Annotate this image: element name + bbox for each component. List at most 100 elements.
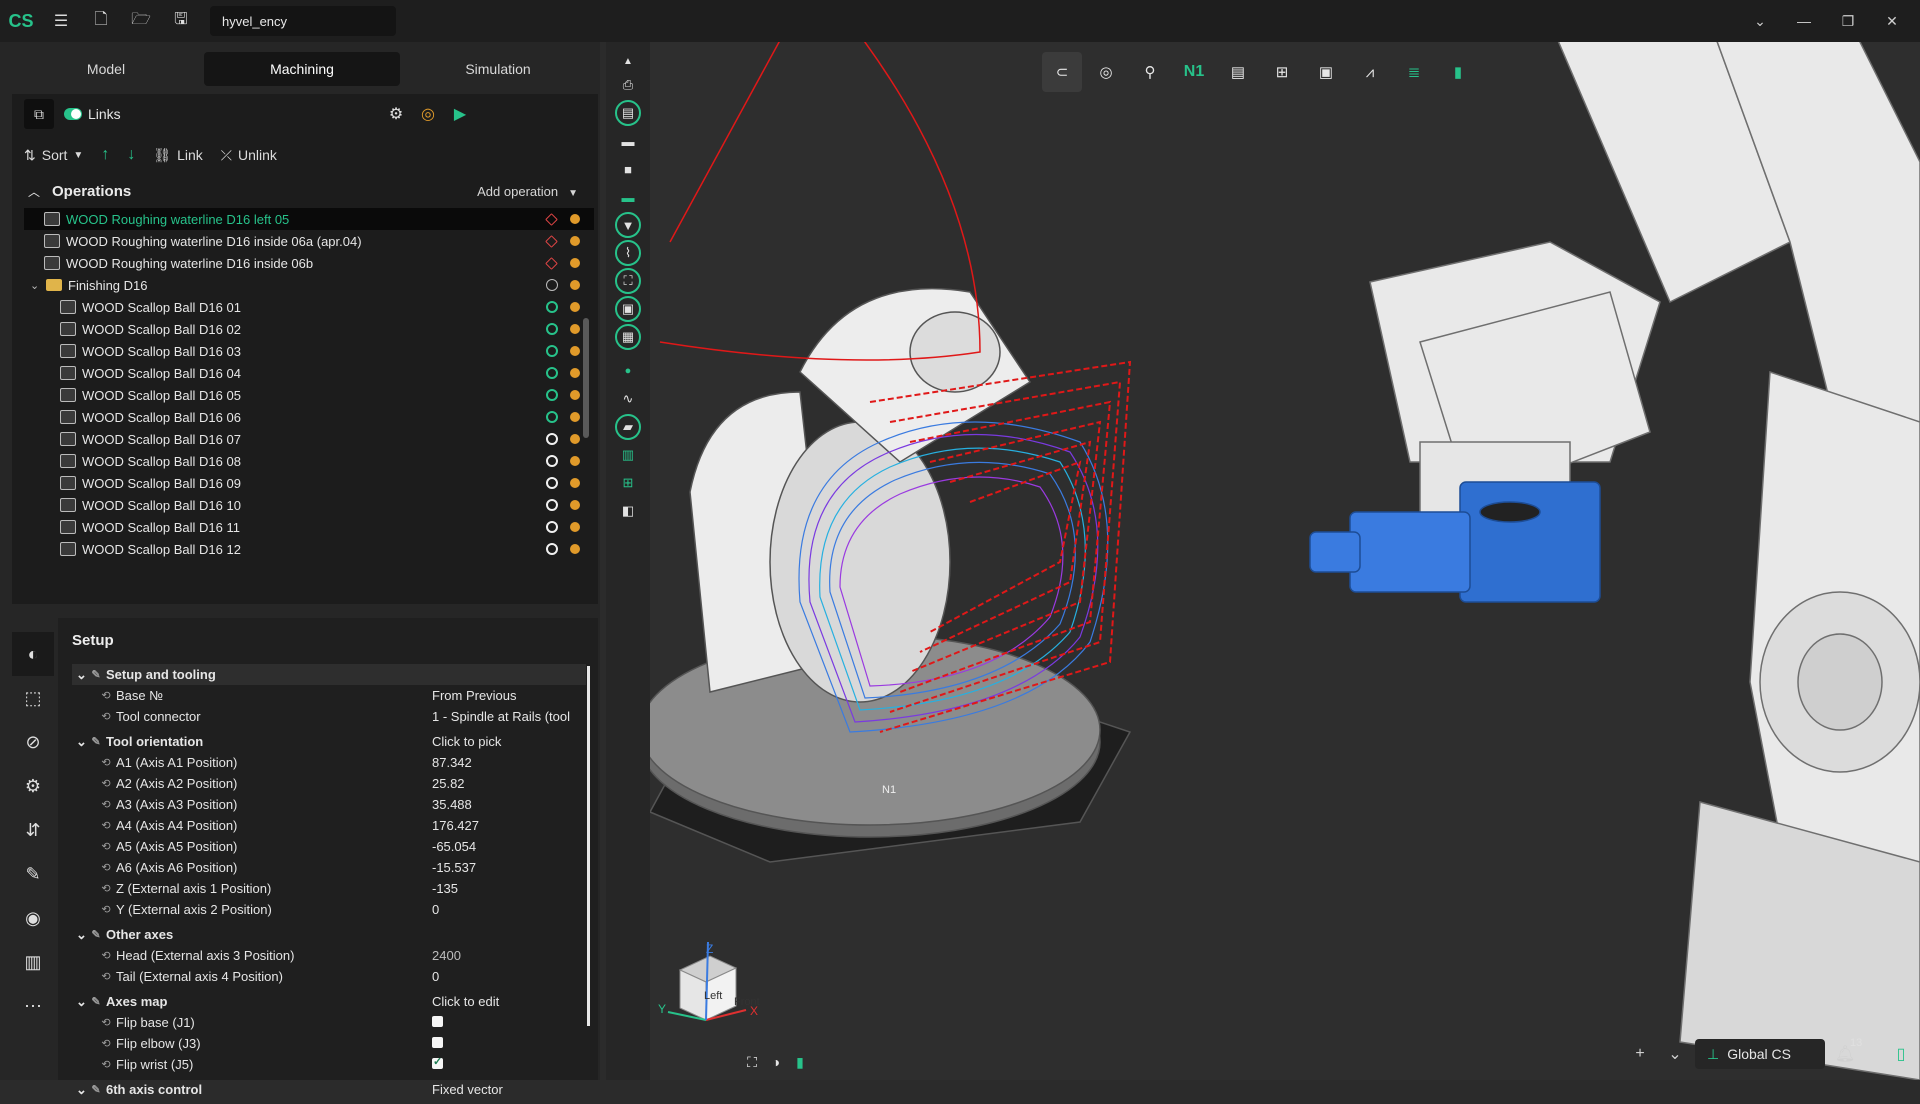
link-button[interactable]: ⛓ Link [153, 147, 202, 164]
operation-row[interactable]: WOOD Scallop Ball D16 02 [24, 318, 594, 340]
chart-icon[interactable]: ▮ [1438, 52, 1478, 92]
property-value[interactable]: 176.427 [432, 818, 479, 833]
property-row[interactable]: ⟲ Y (External axis 2 Position) 0 [72, 899, 586, 920]
toolpath-visibility-icon[interactable]: ⊂ [1042, 52, 1082, 92]
operation-row[interactable]: WOOD Roughing waterline D16 left 05 [24, 208, 594, 230]
tab-machining[interactable]: Machining [204, 52, 400, 86]
fixture-icon[interactable]: ▥ [12, 940, 54, 984]
book-icon[interactable]: ▥ [615, 442, 641, 468]
tab-model[interactable]: Model [8, 52, 204, 86]
collapse-up-icon[interactable]: ▲ [615, 48, 641, 74]
printer-icon[interactable]: ⎙ [615, 72, 641, 98]
pattern-icon[interactable]: ▦ [615, 324, 641, 350]
close-icon[interactable]: ✕ [1870, 0, 1914, 42]
property-value[interactable] [432, 1036, 443, 1051]
property-value[interactable]: -15.537 [432, 860, 476, 875]
checkbox[interactable] [432, 1055, 443, 1069]
property-value[interactable]: 35.488 [432, 797, 472, 812]
app-logo-icon[interactable]: CS [4, 4, 38, 38]
holder-icon[interactable]: ▬ [615, 128, 641, 154]
property-group[interactable]: ⌄ ✎ Other axes [72, 924, 586, 945]
sort-button[interactable]: ⇅ Sort ▼ [24, 147, 83, 164]
drill-icon[interactable]: ⌇ [615, 240, 641, 266]
cube-face-left[interactable]: Left [704, 990, 722, 1002]
property-row[interactable]: ⟲ Tail (External axis 4 Position) 0 [72, 966, 586, 987]
shading-icon[interactable]: ◑ [764, 1050, 788, 1074]
operation-row[interactable]: WOOD Scallop Ball D16 09 [24, 472, 594, 494]
links-toggle[interactable] [64, 108, 82, 120]
pen-icon[interactable]: ✎ [12, 852, 54, 896]
property-value[interactable]: 87.342 [432, 755, 472, 770]
operation-row[interactable]: WOOD Roughing waterline D16 inside 06a (… [24, 230, 594, 252]
chevron-down-icon[interactable]: ⌄ [1660, 1039, 1690, 1069]
operation-folder[interactable]: ⌄ Finishing D16 [24, 274, 594, 296]
save-icon[interactable]: 🖫 [164, 4, 198, 38]
stock-icon[interactable]: ⬚ [12, 676, 54, 720]
property-value[interactable]: 0 [432, 969, 439, 984]
property-value[interactable] [432, 1055, 443, 1072]
add-icon[interactable]: + [1625, 1039, 1655, 1069]
group-value[interactable]: Fixed vector [432, 1082, 503, 1097]
simulation-icon[interactable]: ◎ [1086, 52, 1126, 92]
more-icon[interactable]: ⋯ [12, 984, 54, 1028]
operation-row[interactable]: WOOD Scallop Ball D16 07 [24, 428, 594, 450]
fixture-view-icon[interactable]: ⛶ [615, 268, 641, 294]
operation-row[interactable]: WOOD Scallop Ball D16 05 [24, 384, 594, 406]
project-name-field[interactable]: hyvel_ency [210, 6, 396, 36]
operation-row[interactable]: WOOD Scallop Ball D16 03 [24, 340, 594, 362]
tool-display-icon[interactable]: ⚲ [1130, 52, 1170, 92]
property-row[interactable]: ⟲ A4 (Axis A4 Position) 176.427 [72, 815, 586, 836]
gear-icon[interactable]: ⚙ [12, 764, 54, 808]
chevron-down-icon[interactable]: ⌄ [76, 994, 90, 1010]
collapse-icon[interactable]: ︿ [28, 183, 40, 200]
group-value[interactable]: Click to pick [432, 734, 501, 749]
property-row[interactable]: ⟲ A2 (Axis A2 Position) 25.82 [72, 773, 586, 794]
chevron-down-icon[interactable]: ⌄ [76, 734, 90, 750]
tool-icon[interactable]: ⊘ [12, 720, 54, 764]
tool-view-icon[interactable]: ▼ [615, 212, 641, 238]
operation-row[interactable]: WOOD Scallop Ball D16 10 [24, 494, 594, 516]
checkbox[interactable] [432, 1016, 443, 1027]
surface-icon[interactable]: ▰ [615, 414, 641, 440]
property-value[interactable]: 1 - Spindle at Rails (tool [432, 709, 570, 724]
battery-icon[interactable]: ▯ [1886, 1039, 1916, 1069]
property-row[interactable]: ⟲ A1 (Axis A1 Position) 87.342 [72, 752, 586, 773]
calculator-icon[interactable]: ▤ [1218, 52, 1258, 92]
unlink-button[interactable]: ⤫ Unlink [221, 147, 277, 164]
chevron-down-icon[interactable]: ⌄ [76, 667, 90, 683]
property-group[interactable]: ⌄ ✎ Setup and tooling [72, 664, 586, 685]
property-row[interactable]: ⟲ A5 (Axis A5 Position) -65.054 [72, 836, 586, 857]
tree-mode-icon[interactable]: ⧉ [24, 99, 54, 129]
property-row[interactable]: ⟲ Tool connector 1 - Spindle at Rails (too… [72, 706, 586, 727]
panel-icon[interactable]: ▣ [1306, 52, 1346, 92]
maximize-icon[interactable]: ❐ [1826, 0, 1870, 42]
property-group[interactable]: ⌄ ✎ 6th axis control Fixed vector [72, 1079, 586, 1100]
move-down-icon[interactable]: ↓ [127, 146, 135, 164]
axes-icon[interactable]: ⇵ [12, 808, 54, 852]
setup-scrollbar[interactable] [587, 666, 590, 1026]
table-icon[interactable]: ▬ [615, 184, 641, 210]
property-row[interactable]: ⟲ A3 (Axis A3 Position) 35.488 [72, 794, 586, 815]
property-value[interactable]: 25.82 [432, 776, 465, 791]
3d-viewport[interactable]: ⊂ ◎ ⚲ N1 ▤ ⊞ ▣ ⩘ ≣ ▮ N1 Left Front Y Z X… [650, 42, 1920, 1080]
chevron-down-icon[interactable]: ⌄ [76, 1082, 90, 1098]
move-up-icon[interactable]: ↑ [101, 146, 109, 164]
operation-row[interactable]: WOOD Scallop Ball D16 11 [24, 516, 594, 538]
operation-row[interactable]: WOOD Scallop Ball D16 01 [24, 296, 594, 318]
render-icon[interactable]: ◧ [615, 498, 641, 524]
minimize-icon[interactable]: — [1782, 0, 1826, 42]
layers-icon[interactable]: ≣ [1394, 52, 1434, 92]
property-group[interactable]: ⌄ ✎ Axes map Click to edit [72, 991, 586, 1012]
mesh-icon[interactable]: ⊞ [615, 470, 641, 496]
play-icon[interactable]: ▶ [448, 102, 472, 126]
calculate-icon[interactable]: ◎ [416, 102, 440, 126]
property-value[interactable]: From Previous [432, 688, 517, 703]
group-value[interactable]: Click to edit [432, 994, 499, 1009]
menu-icon[interactable]: ☰ [44, 4, 78, 38]
operation-row[interactable]: WOOD Roughing waterline D16 inside 06b [24, 252, 594, 274]
property-row[interactable]: ⟲ Base № From Previous [72, 685, 586, 706]
add-operation-button[interactable]: Add operation ▼ [477, 184, 578, 199]
wave-icon[interactable]: ⩘ [1350, 52, 1390, 92]
property-row[interactable]: ⟲ Z (External axis 1 Position) -135 [72, 878, 586, 899]
curve-icon[interactable]: ∿ [615, 386, 641, 412]
